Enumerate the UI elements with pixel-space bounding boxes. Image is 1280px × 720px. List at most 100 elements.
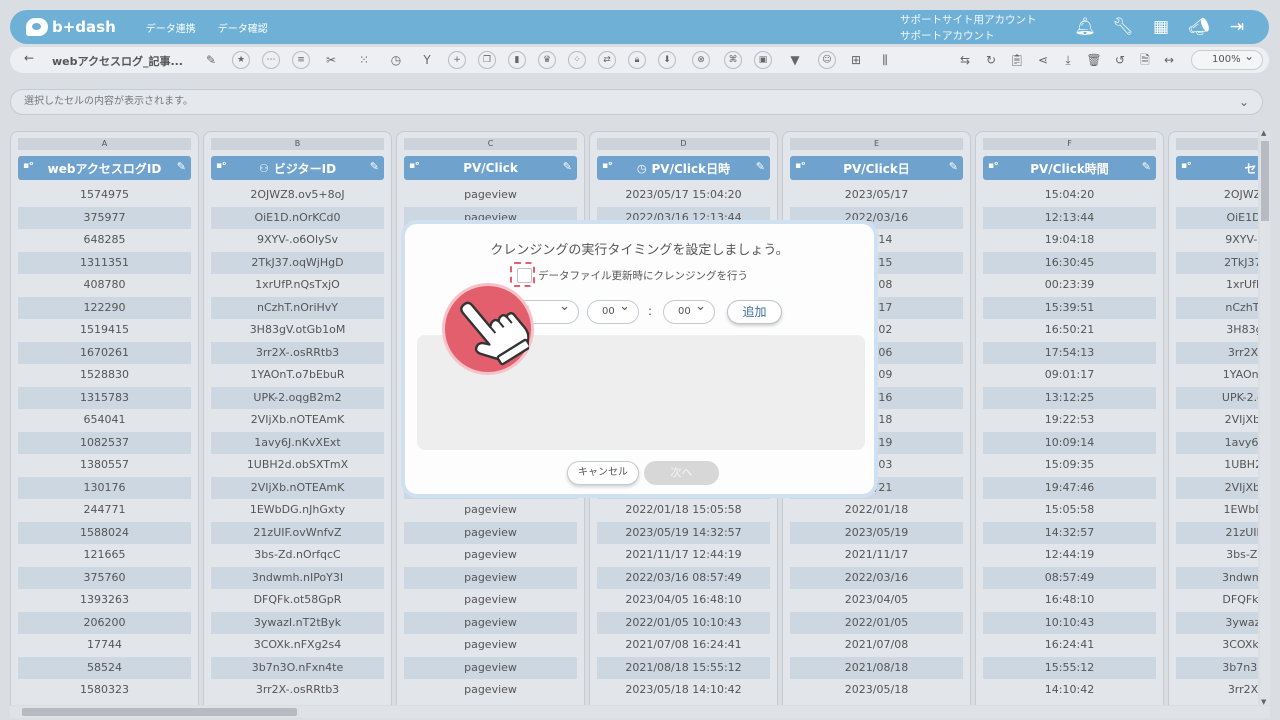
table-cell[interactable]: nCzhT.nOriHv [1176,296,1258,319]
table-cell[interactable]: 12:44:19 [983,544,1156,567]
code-icon[interactable]: ↔ [1160,51,1178,69]
table-cell[interactable]: 1574975 [18,184,191,207]
cell-content-bar[interactable]: 選択したセルの内容が表示されます。 ⌄ [10,89,1263,115]
table-cell[interactable]: pageview [404,499,577,522]
column-letter[interactable] [1176,138,1258,150]
table-cell[interactable]: 2023/05/18 14:10:42 [597,679,770,702]
column-letter[interactable]: C [404,138,577,150]
arrow-left-icon[interactable]: ← [24,51,34,65]
search-file-icon[interactable]: 🗎︎ [1136,51,1154,69]
table-cell[interactable]: 2022/01/05 10:10:43 [597,611,770,634]
table-cell[interactable]: 00:23:39 [983,274,1156,297]
copy-icon[interactable]: ❐ [478,51,496,69]
megaphone-icon[interactable]: 📣︎ [1187,16,1211,38]
table-cell[interactable]: pageview [404,566,577,589]
table-cell[interactable]: 16:48:10 [983,589,1156,612]
table-cell[interactable]: 1580323 [18,679,191,702]
column-letter[interactable]: A [18,138,191,150]
table-cell[interactable]: 3ndwmh.nIPoY [1176,566,1258,589]
table-cell[interactable]: 2021/11/17 [790,544,963,567]
table-cell[interactable]: 17:54:13 [983,341,1156,364]
table-cell[interactable]: OiE1D.nOrKCd0 [211,206,384,229]
expand-icon[interactable]: ⁘ [568,51,586,69]
table-cell[interactable]: 2023/05/19 [790,521,963,544]
table-cell[interactable]: 244771 [18,499,191,522]
table-cell[interactable]: 1YAOnT.o7bEb [1176,364,1258,387]
table-cell[interactable]: 3H83gV.otGb1oM [211,319,384,342]
table-cell[interactable]: 206200 [18,611,191,634]
table-cell[interactable]: 16:50:21 [983,319,1156,342]
table-cell[interactable]: 3rr2X-.osRRt [1176,341,1258,364]
table-cell[interactable]: 1670261 [18,341,191,364]
table-cell[interactable]: 15:04:20 [983,184,1156,207]
table-cell[interactable]: 1315783 [18,386,191,409]
table-cell[interactable]: 2022/03/16 08:57:49 [597,566,770,589]
table-cell[interactable]: 2021/11/17 12:44:19 [597,544,770,567]
table-cell[interactable]: 1YAOnT.o7bEbuR [211,364,384,387]
table-cell[interactable]: DFQFk.ot58GpR [211,589,384,612]
table-cell[interactable]: 9XYV-.o6OlyS [1176,229,1258,252]
table-cell[interactable]: 13:12:25 [983,386,1156,409]
table-cell[interactable]: 121665 [18,544,191,567]
table-cell[interactable]: pageview [404,611,577,634]
table-cell[interactable]: 3ndwmh.nIPoY3I [211,566,384,589]
column-letter[interactable]: F [983,138,1156,150]
table-cell[interactable]: 3b7n3O.nFxn4 [1176,656,1258,679]
filter-icon[interactable]: ▼ [786,51,804,69]
table-cell[interactable]: 2TkJ37.oqWjH [1176,251,1258,274]
table-cell[interactable]: 19:47:46 [983,476,1156,499]
table-cell[interactable]: 2023/04/05 [790,589,963,612]
zoom-select[interactable]: 100% [1191,47,1263,70]
table-cell[interactable]: 1588024 [18,521,191,544]
table-cell[interactable]: 1EWbDG.nJhG [1176,499,1258,522]
table-cell[interactable]: 3H83gV.otGb [1176,319,1258,342]
columns-icon[interactable]: ⫼ [876,51,894,69]
column-header[interactable]: ▪ᵒ PV/Click日 ✎ [790,156,963,180]
wrench-icon[interactable]: 🔧︎ [1111,16,1135,38]
table-cell[interactable]: 2VIjXb.nOTEA [1176,476,1258,499]
pencil-icon[interactable]: ✎ [1142,160,1151,173]
column-header[interactable]: ▪ᵒ PV/Click ✎ [404,156,577,180]
trash-icon[interactable]: 🗑︎ [1085,51,1103,69]
horizontal-scrollbar[interactable] [10,706,1270,718]
table-cell[interactable]: OiE1D.nOrKC [1176,206,1258,229]
table-cell[interactable]: 2OJWZ8.ov5+ [1176,184,1258,207]
table-cell[interactable]: 1UBH2d.obSX [1176,454,1258,477]
table-cell[interactable]: 2021/08/18 [790,656,963,679]
table-cell[interactable]: 17744 [18,634,191,657]
nav-data-link[interactable]: データ連携 [146,20,196,35]
table-cell[interactable]: 14:32:57 [983,521,1156,544]
table-cell[interactable]: 3rr2X-.osRRt [1176,679,1258,702]
minute-select[interactable]: 00 [663,296,715,324]
table-cell[interactable]: 21zUIF.ovWnf [1176,521,1258,544]
table-cell[interactable]: 08:57:49 [983,566,1156,589]
table-cell[interactable]: 2OJWZ8.ov5+8oJ [211,184,384,207]
next-button[interactable]: 次へ [644,461,719,485]
lock-icon[interactable]: 🔒︎ [628,51,646,69]
table-cell[interactable]: 2022/01/18 [790,499,963,522]
column-letter[interactable]: B [211,138,384,150]
table-cell[interactable]: 10:09:14 [983,431,1156,454]
table-cell[interactable]: 3ywazI.nT2tB [1176,611,1258,634]
table-cell[interactable]: 09:01:17 [983,364,1156,387]
nav-data-check[interactable]: データ確認 [218,20,268,35]
table-cell[interactable]: UPK-2.oqgB2m2 [211,386,384,409]
reorder-icon[interactable]: ⇆ [956,51,974,69]
sheet-title[interactable]: webアクセスログ_記事... [52,53,183,69]
table-cell[interactable]: 2023/05/19 14:32:57 [597,521,770,544]
table-cell[interactable]: 3b7n3O.nFxn4te [211,656,384,679]
table-cell[interactable]: 2022/01/05 [790,611,963,634]
download-file-icon[interactable]: ⤓ [1059,51,1077,69]
table-cell[interactable]: 2022/03/16 [790,566,963,589]
column-header[interactable]: ▪ᵒ ◷ PV/Click日時 ✎ [597,156,770,180]
table-cell[interactable]: 375760 [18,566,191,589]
column-header[interactable]: ▪ᵒ PV/Click時間 ✎ [983,156,1156,180]
cancel-button[interactable]: キャンセル [567,461,639,485]
table-cell[interactable]: 15:55:12 [983,656,1156,679]
table-cell[interactable]: 1EWbDG.nJhGxty [211,499,384,522]
column-header[interactable]: ▪ᵒ ⚇ ビジターID ✎ [211,156,384,180]
table-icon[interactable]: ⊞ [847,51,865,69]
pencil-icon[interactable]: ✎ [370,160,379,173]
table-cell[interactable]: 1380557 [18,454,191,477]
vertical-scrollbar[interactable]: ▲ ▼ [1260,129,1270,706]
